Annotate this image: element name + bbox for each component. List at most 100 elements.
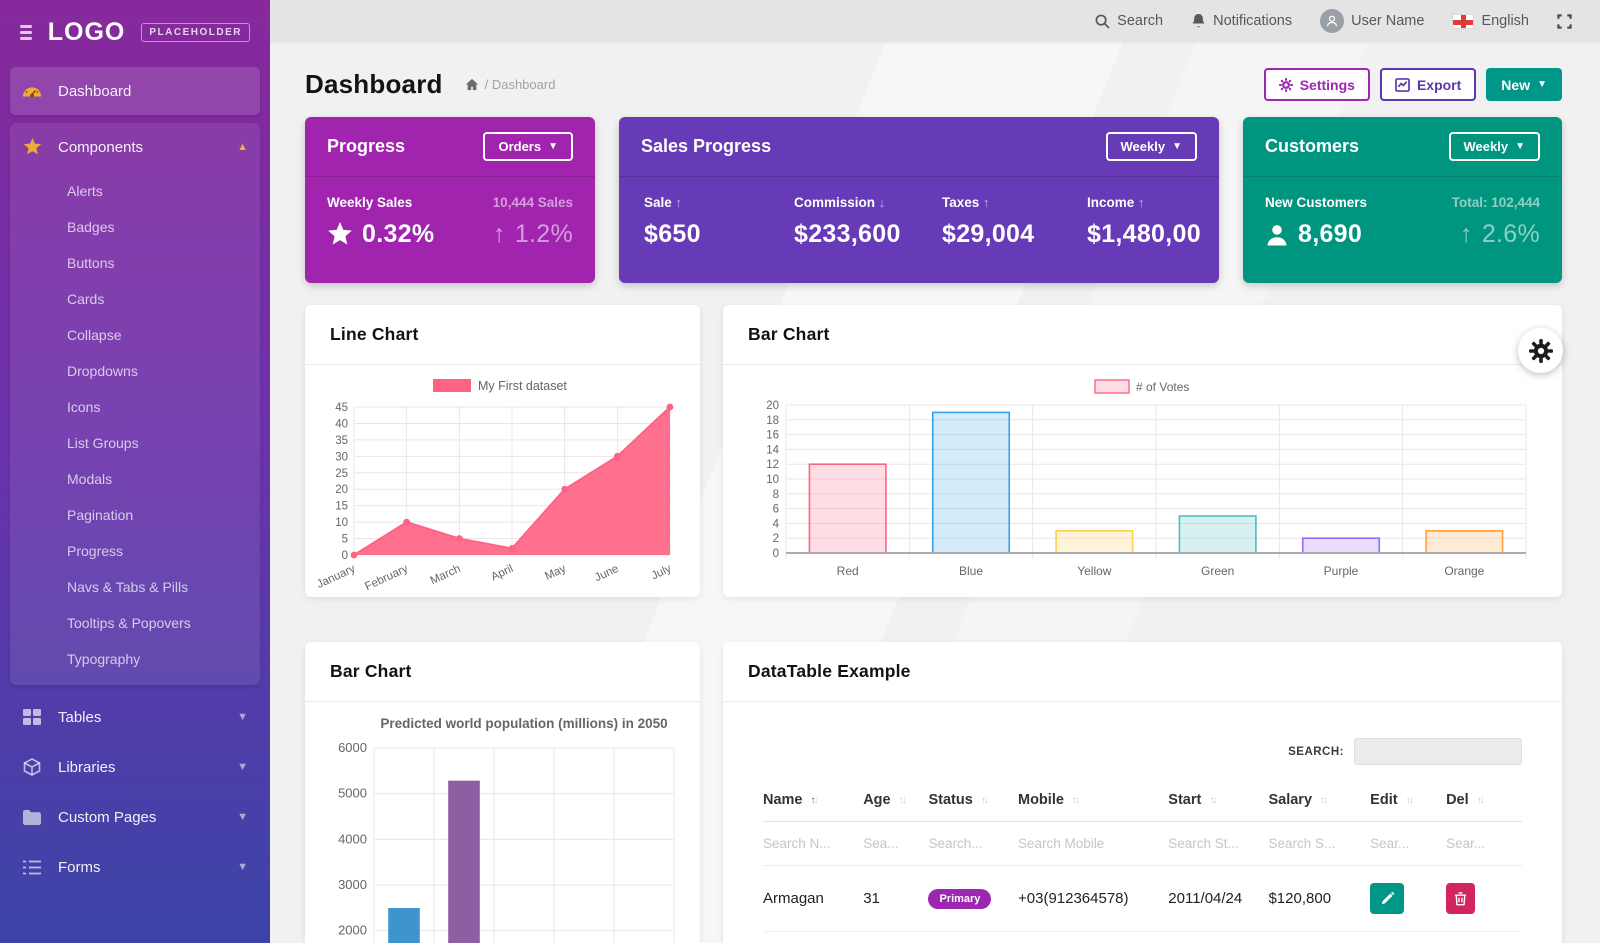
orders-filter-button[interactable]: Orders▼ xyxy=(483,132,573,161)
sidebar-item-label: Components xyxy=(58,139,143,156)
sales-weekly-filter-button[interactable]: Weekly▼ xyxy=(1106,132,1197,161)
export-button[interactable]: Export xyxy=(1380,68,1476,101)
filter-input-start[interactable] xyxy=(1168,822,1258,865)
sidebar-item-components[interactable]: Components ▲ xyxy=(10,123,260,171)
customers-total-metric: Total: 102,444 ↑2.6% xyxy=(1452,195,1540,249)
sidebar-item-forms[interactable]: Forms▼ xyxy=(0,843,270,891)
sidebar-subitem-pagination[interactable]: Pagination xyxy=(10,497,260,533)
datatable-search-input[interactable] xyxy=(1354,738,1522,765)
svg-text:10: 10 xyxy=(335,517,348,529)
chevron-up-icon: ▲ xyxy=(237,141,248,153)
home-icon xyxy=(465,78,479,91)
column-header-mobile[interactable]: Mobile↑↓ xyxy=(1018,779,1168,821)
population-bar-chart-card: Bar Chart 0100020003000400050006000Afric… xyxy=(305,642,700,943)
sales-metric-commission: Commission ↓$233,600 xyxy=(794,195,942,249)
sort-icon[interactable]: ↑↓ xyxy=(1477,795,1483,806)
filter-input-age[interactable] xyxy=(863,822,922,865)
sidebar-subitem-alerts[interactable]: Alerts xyxy=(10,173,260,209)
box-icon xyxy=(22,758,42,776)
datatable-card: DataTable Example SEARCH: Name↑↓Age↑↓Sta… xyxy=(723,642,1562,943)
gauge-icon xyxy=(22,84,42,98)
sidebar-item-tables[interactable]: Tables▼ xyxy=(0,693,270,741)
page-content: Dashboard / Dashboard Settings Export xyxy=(270,68,1600,943)
gear-icon xyxy=(1279,78,1293,92)
column-header-start[interactable]: Start↑↓ xyxy=(1168,779,1268,821)
caret-down-icon: ▼ xyxy=(1172,141,1182,152)
sort-icon[interactable]: ↑↓ xyxy=(1320,795,1326,806)
svg-text:20: 20 xyxy=(335,484,348,496)
svg-text:June: June xyxy=(592,563,620,584)
sort-icon[interactable]: ↑↓ xyxy=(899,795,905,806)
table-icon xyxy=(22,709,42,725)
filter-input-mobile[interactable] xyxy=(1018,822,1153,865)
customers-weekly-filter-button[interactable]: Weekly▼ xyxy=(1449,132,1540,161)
arrow-down-icon: ↓ xyxy=(879,195,886,210)
settings-label: Settings xyxy=(1300,77,1355,93)
sales-metric-sale: Sale ↑$650 xyxy=(644,195,794,249)
sidebar-subitem-dropdowns[interactable]: Dropdowns xyxy=(10,353,260,389)
column-header-name[interactable]: Name↑↓ xyxy=(763,779,863,821)
settings-fab[interactable] xyxy=(1518,328,1563,373)
sidebar-subitem-buttons[interactable]: Buttons xyxy=(10,245,260,281)
sidebar-subitem-modals[interactable]: Modals xyxy=(10,461,260,497)
sort-icon[interactable]: ↑↓ xyxy=(981,795,987,806)
svg-text:25: 25 xyxy=(335,468,348,480)
fullscreen-button[interactable] xyxy=(1557,14,1572,29)
sidebar-subitem-navs-tabs-pills[interactable]: Navs & Tabs & Pills xyxy=(10,569,260,605)
svg-text:6: 6 xyxy=(772,504,778,516)
settings-button[interactable]: Settings xyxy=(1264,68,1370,101)
filter-input-del[interactable] xyxy=(1446,822,1514,865)
delete-button[interactable] xyxy=(1446,883,1475,914)
sidebar-item-dashboard[interactable]: Dashboard xyxy=(10,67,260,115)
filter-input-status[interactable] xyxy=(928,822,1009,865)
sidebar-subitem-badges[interactable]: Badges xyxy=(10,209,260,245)
filter-input-salary[interactable] xyxy=(1268,822,1360,865)
sort-icon[interactable]: ↑↓ xyxy=(1406,795,1412,806)
sidebar-subitem-icons[interactable]: Icons xyxy=(10,389,260,425)
new-button[interactable]: New ▼ xyxy=(1486,68,1562,101)
charts-row: Line Chart 051015202530354045JanuaryFebr… xyxy=(305,305,1562,597)
svg-text:3000: 3000 xyxy=(338,877,367,892)
svg-text:10: 10 xyxy=(766,474,779,486)
sidebar-item-custom-pages[interactable]: Custom Pages▼ xyxy=(0,793,270,841)
sidebar-subitem-typography[interactable]: Typography xyxy=(10,641,260,677)
customers-card: Customers Weekly▼ New Customers 8,690 To… xyxy=(1243,117,1562,283)
column-header-del[interactable]: Del↑↓ xyxy=(1446,779,1522,821)
sidebar-subitem-collapse[interactable]: Collapse xyxy=(10,317,260,353)
sort-icon[interactable]: ↑↓ xyxy=(1209,795,1215,806)
column-header-edit[interactable]: Edit↑↓ xyxy=(1370,779,1446,821)
filter-input-name[interactable] xyxy=(763,822,853,865)
menu-toggle-icon[interactable] xyxy=(20,22,32,43)
sidebar-item-libraries[interactable]: Libraries▼ xyxy=(0,743,270,791)
breadcrumb: / Dashboard xyxy=(465,77,556,92)
sidebar: LOGO PLACEHOLDER DashboardComponents▲Ale… xyxy=(0,0,270,943)
topbar-user[interactable]: User Name xyxy=(1320,9,1424,33)
sales-card-title: Sales Progress xyxy=(641,136,771,157)
stats-row: Progress Orders▼ Weekly Sales 0.32% 10,4… xyxy=(305,117,1562,283)
svg-text:Predicted world population (mi: Predicted world population (millions) in… xyxy=(380,716,667,731)
column-header-status[interactable]: Status↑↓ xyxy=(928,779,1018,821)
sidebar-subitem-list-groups[interactable]: List Groups xyxy=(10,425,260,461)
svg-text:5000: 5000 xyxy=(338,786,367,801)
filter-input-edit[interactable] xyxy=(1370,822,1438,865)
topbar-search[interactable]: Search xyxy=(1095,13,1163,29)
datatable-header-row: Name↑↓Age↑↓Status↑↓Mobile↑↓Start↑↓Salary… xyxy=(763,779,1522,822)
topbar-language[interactable]: English xyxy=(1452,13,1529,29)
sidebar-subitem-progress[interactable]: Progress xyxy=(10,533,260,569)
column-header-age[interactable]: Age↑↓ xyxy=(863,779,928,821)
sort-icon[interactable]: ↑↓ xyxy=(1072,795,1078,806)
topbar-notifications[interactable]: Notifications xyxy=(1191,13,1292,29)
sidebar-subitem-cards[interactable]: Cards xyxy=(10,281,260,317)
sort-icon[interactable]: ↑↓ xyxy=(811,795,817,806)
star-icon xyxy=(327,222,353,247)
svg-text:12: 12 xyxy=(766,459,779,471)
edit-button[interactable] xyxy=(1370,883,1404,914)
line-chart: 051015202530354045JanuaryFebruaryMarchAp… xyxy=(305,365,700,613)
svg-text:18: 18 xyxy=(766,415,779,427)
breadcrumb-text: / Dashboard xyxy=(485,77,556,92)
svg-text:14: 14 xyxy=(766,444,779,456)
new-label: New xyxy=(1501,77,1530,93)
column-header-salary[interactable]: Salary↑↓ xyxy=(1268,779,1370,821)
sidebar-subitem-tooltips-popovers[interactable]: Tooltips & Popovers xyxy=(10,605,260,641)
sidebar-item-label: Forms xyxy=(58,859,101,876)
